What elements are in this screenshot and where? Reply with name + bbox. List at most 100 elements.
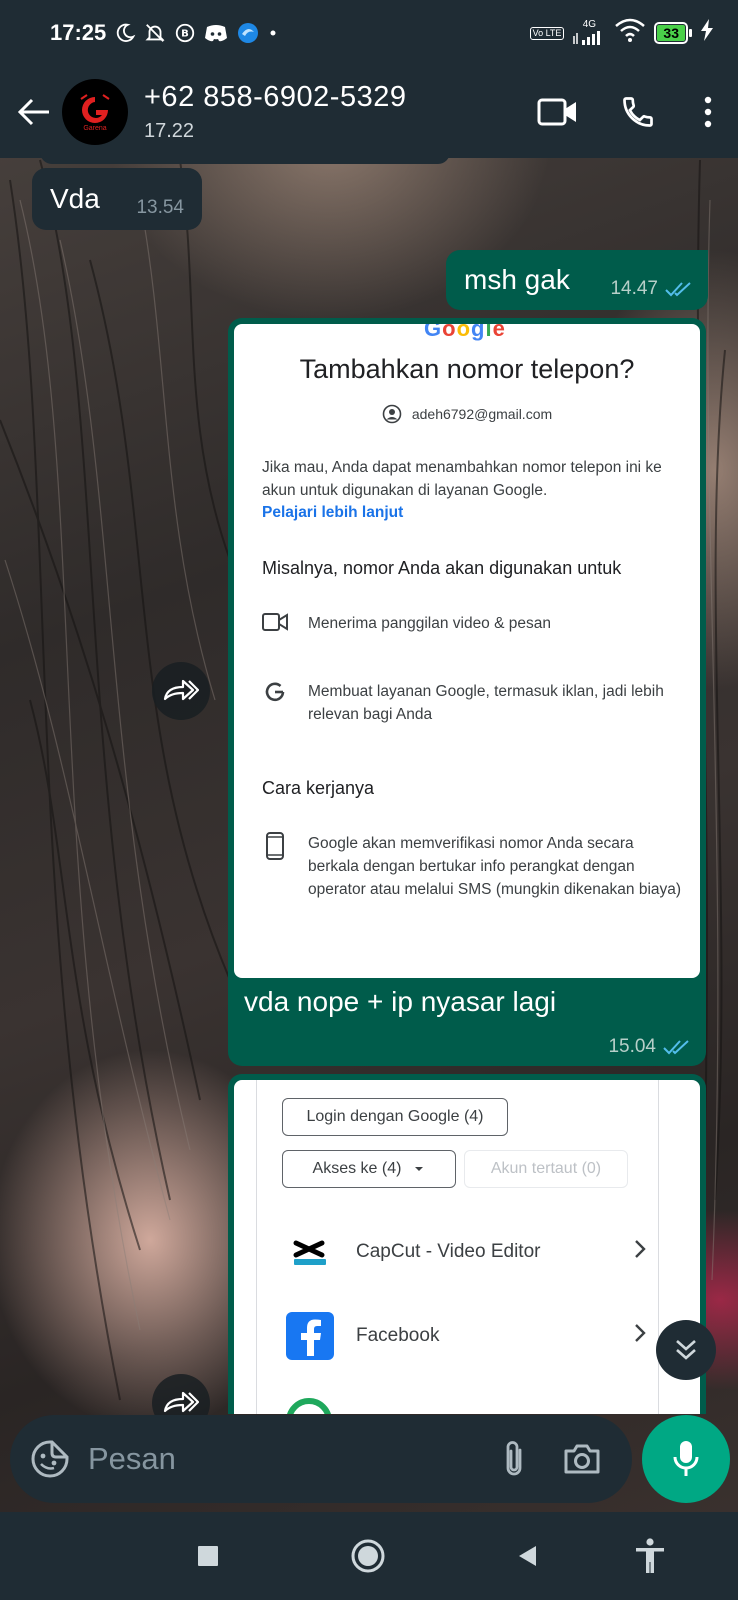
back-button[interactable] xyxy=(6,84,62,140)
app-row-capcut: 2025 CapCut - Video Editor xyxy=(286,1228,646,1276)
screenshot-heading-how: Cara kerjanya xyxy=(262,778,375,798)
previous-message-edge xyxy=(40,152,450,164)
screenshot-title: Tambahkan nomor telepon? xyxy=(299,354,635,384)
forward-button[interactable] xyxy=(152,662,210,720)
wifi-icon xyxy=(614,18,646,48)
voice-message-button[interactable] xyxy=(642,1415,730,1503)
avatar-logo-text: Garena xyxy=(83,124,107,132)
screenshot-learn-more: Pelajari lebih lanjut xyxy=(262,504,404,521)
screenshot-heading-examples: Misalnya, nomor Anda akan digunakan untu… xyxy=(262,558,622,578)
battery-level: 33 xyxy=(657,25,685,41)
moon-icon xyxy=(114,22,136,44)
capcut-badge: 2025 xyxy=(302,1260,318,1267)
whatsapp-business-icon: B xyxy=(174,22,196,44)
signal-indicator: 4G xyxy=(572,20,606,46)
app-row-facebook: Facebook xyxy=(286,1312,646,1360)
screenshot-item-google: Membuat layanan Google, termasuk iklan, … xyxy=(262,680,682,726)
accessibility-icon xyxy=(636,1538,664,1573)
facebook-icon xyxy=(286,1312,334,1360)
arrow-back-icon xyxy=(17,98,49,126)
image-caption: vda nope + ip nyasar lagi xyxy=(244,986,557,1017)
chip-login-google: Login dengan Google (4) xyxy=(282,1098,508,1136)
outgoing-message[interactable]: msh gak 14.47 xyxy=(446,250,708,310)
paperclip-icon xyxy=(506,1441,522,1476)
status-bar: 17:25 B Vo LTE 4G 33 xyxy=(0,0,738,66)
app-name: CapCut - Video Editor xyxy=(356,1241,541,1262)
charging-icon xyxy=(700,19,714,47)
svg-text:B: B xyxy=(181,29,189,40)
camera-icon xyxy=(564,1444,600,1474)
message-time: 15.04 xyxy=(608,1036,656,1057)
back-nav-button[interactable] xyxy=(508,1536,548,1576)
image-screenshot-linked-apps[interactable]: Login dengan Google (4) Akses ke (4) Aku… xyxy=(234,1080,700,1414)
voice-call-button[interactable] xyxy=(598,82,678,142)
app-name: Facebook xyxy=(356,1325,440,1346)
image-message[interactable]: Login dengan Google (4) Akses ke (4) Aku… xyxy=(228,1074,706,1414)
discord-icon xyxy=(204,23,228,43)
message-text: msh gak xyxy=(464,264,570,295)
double-chevron-down-icon xyxy=(676,1340,696,1360)
home-circle-icon xyxy=(351,1539,385,1573)
chip-linked-accounts: Akun tertaut (0) xyxy=(464,1150,628,1188)
item-text: Membuat layanan Google, termasuk iklan, … xyxy=(308,683,664,723)
message-time: 14.47 xyxy=(610,278,658,299)
read-receipt-icon xyxy=(665,282,691,297)
contact-name: +62 858-6902-5329 xyxy=(144,81,407,113)
item-text: Google akan memverifikasi nomor Anda sec… xyxy=(308,835,682,898)
chip-access-label: Akses ke (4) xyxy=(312,1160,402,1177)
chat-header: Garena +62 858-6902-5329 17.22 xyxy=(0,66,738,158)
recents-button[interactable] xyxy=(188,1536,228,1576)
square-icon xyxy=(198,1546,218,1566)
home-button[interactable] xyxy=(348,1536,388,1576)
account-circle-icon xyxy=(382,404,402,424)
read-receipt-icon xyxy=(663,1040,689,1055)
contact-avatar[interactable]: Garena xyxy=(62,79,128,145)
accessibility-button[interactable] xyxy=(630,1536,670,1576)
signal-bars-icon xyxy=(573,31,601,45)
video-camera-icon xyxy=(537,98,576,126)
google-logo: Google xyxy=(424,324,506,341)
message-text: Vda xyxy=(50,183,100,214)
battery-indicator: 33 xyxy=(654,22,692,44)
attach-button[interactable] xyxy=(502,1438,526,1480)
triangle-back-icon xyxy=(519,1546,536,1566)
sticker-button[interactable] xyxy=(30,1439,70,1479)
next-app-icon xyxy=(286,1398,332,1414)
video-call-button[interactable] xyxy=(518,82,598,142)
chip-access: Akses ke (4) xyxy=(282,1150,456,1188)
volte-badge: Vo LTE xyxy=(529,26,565,40)
account-email: adeh6792@gmail.com xyxy=(411,406,553,422)
forward-icon xyxy=(163,679,199,701)
smartphone-icon xyxy=(266,832,284,860)
scroll-to-bottom-button[interactable] xyxy=(656,1320,716,1380)
status-time: 17:25 xyxy=(50,20,107,45)
notifications-off-icon xyxy=(144,22,166,44)
item-text: Menerima panggilan video & pesan xyxy=(308,615,551,632)
garena-logo-icon xyxy=(80,93,110,123)
capcut-icon: 2025 xyxy=(286,1228,334,1276)
sticker-icon xyxy=(31,1440,69,1478)
system-navigation-bar xyxy=(0,1512,738,1600)
google-g-icon xyxy=(265,682,285,702)
image-message[interactable]: Google Tambahkan nomor telepon? adeh6792… xyxy=(228,318,706,1066)
more-options-button[interactable] xyxy=(678,82,738,142)
image-screenshot-add-phone[interactable]: Google Tambahkan nomor telepon? adeh6792… xyxy=(234,324,700,978)
dropdown-arrow-icon xyxy=(415,1167,424,1171)
incoming-message[interactable]: Vda 13.54 xyxy=(32,168,202,230)
chevron-right-icon xyxy=(634,1239,646,1265)
more-notifications-dot xyxy=(268,28,278,38)
microphone-icon xyxy=(673,1441,699,1476)
camera-button[interactable] xyxy=(562,1442,602,1476)
message-composer: Pesan xyxy=(10,1415,632,1503)
more-vert-icon xyxy=(704,96,712,128)
forward-icon xyxy=(163,1391,199,1413)
screenshot-account: adeh6792@gmail.com xyxy=(234,404,700,424)
contact-info[interactable]: +62 858-6902-5329 17.22 xyxy=(144,81,406,143)
videocam-icon xyxy=(262,613,288,631)
browser-icon xyxy=(236,21,260,45)
last-seen: 17.22 xyxy=(144,120,195,142)
message-input[interactable]: Pesan xyxy=(88,1441,176,1477)
screenshot-intro: Jika mau, Anda dapat menambahkan nomor t… xyxy=(262,459,662,499)
chevron-right-icon xyxy=(634,1323,646,1349)
screenshot-item-verify: Google akan memverifikasi nomor Anda sec… xyxy=(262,832,682,901)
